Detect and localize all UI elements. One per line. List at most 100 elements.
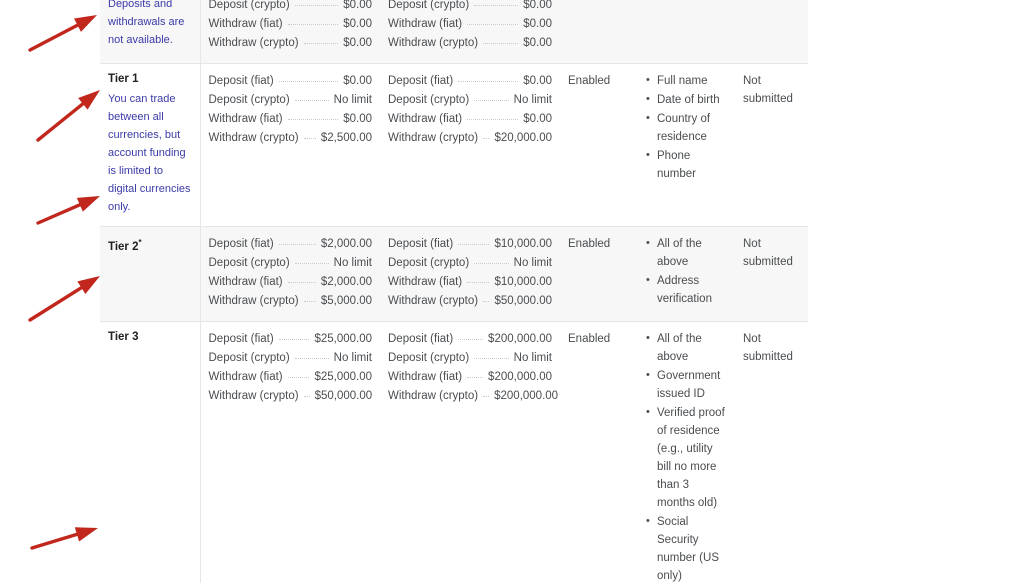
dotted-leader: [467, 119, 519, 120]
monthly-limits-list: Deposit (fiat) $200,000.00 Deposit (crypto…: [388, 330, 558, 406]
limit-line: Withdraw (crypto) $20,000.00: [388, 129, 552, 148]
limit-value: No limit: [333, 94, 372, 106]
limit-value: $0.00: [343, 75, 372, 87]
limit-label: Deposit (fiat): [208, 238, 274, 250]
daily-limits-cell: Deposit (fiat) $2,000.00 Deposit (crypto) N…: [200, 226, 380, 322]
limit-line: Deposit (crypto) No limit: [388, 349, 552, 368]
limit-line: Withdraw (fiat) $2,000.00: [209, 273, 373, 292]
arrow-head: [74, 527, 98, 542]
limit-value: $200,000.00: [488, 371, 552, 383]
daily-limits-list: Deposit (fiat) $0.00 Deposit (crypto) No li…: [209, 72, 373, 148]
limit-value: No limit: [333, 352, 372, 364]
limit-label: Deposit (crypto): [208, 0, 290, 11]
limit-label: Withdraw (fiat): [388, 371, 463, 383]
daily-limits-list: Deposit (fiat) $25,000.00 Deposit (crypto)…: [209, 330, 373, 406]
tier-name-text: Tier 2: [108, 240, 139, 253]
trading-status: Enabled: [568, 75, 611, 87]
limit-line: Deposit (fiat) $200,000.00: [388, 330, 552, 349]
daily-limits-list: Deposit (fiat) $2,000.00 Deposit (crypto) N…: [209, 235, 373, 311]
tier-limits-table: Tier 0Deposits and withdrawals are not a…: [100, 0, 808, 583]
dotted-leader: [294, 5, 339, 6]
arrow-head: [78, 90, 100, 110]
status-badge: Not submitted: [743, 72, 800, 108]
requirement-item: Country of residence: [646, 109, 727, 146]
requirements-list: All of the aboveGovernment issued IDVeri…: [643, 329, 727, 583]
status-text: Not submitted: [743, 333, 793, 363]
requirements-cell: All of the aboveGovernment issued IDVeri…: [635, 321, 735, 583]
limit-label: Deposit (crypto): [388, 94, 470, 106]
limit-line: Deposit (crypto) $0.00: [388, 0, 552, 15]
tier-cell: Tier 3: [100, 321, 201, 583]
limit-line: Deposit (crypto) No limit: [209, 254, 373, 273]
limit-label: Deposit (fiat): [388, 75, 454, 87]
arrow-shaft: [28, 21, 84, 52]
limit-line: Deposit (fiat) $25,000.00: [209, 330, 373, 349]
tier-cell: Tier 1 You can trade between all currenci…: [100, 63, 201, 227]
dotted-leader: [303, 43, 339, 44]
trading-cell: Enabled: [560, 321, 635, 583]
limit-value: $0.00: [343, 18, 372, 30]
dotted-leader: [303, 396, 310, 397]
dotted-leader: [294, 358, 329, 359]
requirements-list: Full nameDate of birthCountry of residen…: [643, 71, 727, 183]
limit-value: $10,000.00: [494, 276, 552, 288]
limit-value: No limit: [513, 257, 552, 269]
arrow-tier-4: [30, 527, 98, 550]
tier-description[interactable]: You can trade between all currencies, bu…: [108, 90, 192, 216]
arrow-shaft: [28, 283, 88, 322]
arrow-tier-2: [36, 196, 100, 225]
limit-value: $25,000.00: [314, 333, 372, 345]
limit-line: Deposit (fiat) $2,000.00: [209, 235, 373, 254]
trading-cell: Enabled: [560, 226, 635, 322]
table-row: Tier 0Deposits and withdrawals are not a…: [100, 0, 808, 64]
limit-value: $0.00: [343, 0, 372, 11]
tier-footnote-marker: *: [138, 238, 142, 247]
limit-line: Withdraw (crypto) $0.00: [388, 34, 552, 53]
limit-label: Deposit (crypto): [388, 0, 470, 11]
limit-value: $10,000.00: [494, 238, 552, 250]
table-row: Tier 2* Deposit (fiat) $2,000.00 Deposit (c…: [100, 226, 808, 322]
limit-label: Withdraw (fiat): [208, 371, 283, 383]
limit-label: Deposit (crypto): [208, 257, 290, 269]
requirement-item: All of the above: [646, 329, 727, 366]
requirement-item: Date of birth: [646, 90, 727, 109]
requirement-item: Phone number: [646, 146, 727, 183]
requirement-item: Full name: [646, 71, 727, 90]
dotted-leader: [474, 5, 519, 6]
limit-value: No limit: [513, 352, 552, 364]
trading-cell: Enabled: [560, 63, 635, 227]
status-badge: Not submitted: [743, 235, 800, 271]
dotted-leader: [474, 263, 509, 264]
dotted-leader: [294, 263, 329, 264]
dotted-leader: [483, 138, 490, 139]
monthly-limits-cell: Deposit (fiat) $200,000.00 Deposit (crypto…: [380, 321, 560, 583]
limit-label: Deposit (fiat): [388, 238, 454, 250]
daily-limits-list: Deposit (fiat)$0.00Deposit (crypto)$0.00…: [209, 0, 373, 53]
limit-value: $20,000.00: [494, 132, 552, 144]
limit-label: Withdraw (crypto): [388, 295, 479, 307]
limit-line: Withdraw (fiat) $0.00: [388, 15, 552, 34]
limit-label: Withdraw (fiat): [208, 113, 283, 125]
limit-label: Deposit (fiat): [388, 333, 454, 345]
limit-value: $0.00: [343, 113, 372, 125]
dotted-leader: [474, 358, 509, 359]
limit-line: Withdraw (fiat) $0.00: [209, 110, 373, 129]
table-row: Tier 3 Deposit (fiat) $25,000.00 Deposit (c…: [100, 321, 808, 583]
limit-line: Withdraw (crypto) $200,000.00: [388, 387, 558, 406]
dotted-leader: [287, 24, 339, 25]
tier-description[interactable]: Deposits and withdrawals are not availab…: [108, 0, 192, 49]
status-cell: ✔Verified: [735, 0, 808, 64]
tier-name: Tier 1: [108, 72, 192, 87]
arrow-head: [76, 196, 100, 212]
tier-name: Tier 3: [108, 330, 192, 345]
limit-line: Deposit (fiat) $10,000.00: [388, 235, 552, 254]
limit-line: Deposit (crypto) No limit: [388, 91, 552, 110]
limit-line: Withdraw (crypto) $5,000.00: [209, 292, 373, 311]
limit-line: Withdraw (crypto) $50,000.00: [209, 387, 373, 406]
limit-label: Withdraw (crypto): [208, 132, 299, 144]
dotted-leader: [287, 377, 310, 378]
daily-limits-cell: Deposit (fiat) $0.00 Deposit (crypto) No li…: [200, 63, 380, 227]
arrow-shaft: [36, 201, 87, 225]
limit-label: Deposit (fiat): [208, 75, 274, 87]
limit-line: Withdraw (fiat) $25,000.00: [209, 368, 373, 387]
